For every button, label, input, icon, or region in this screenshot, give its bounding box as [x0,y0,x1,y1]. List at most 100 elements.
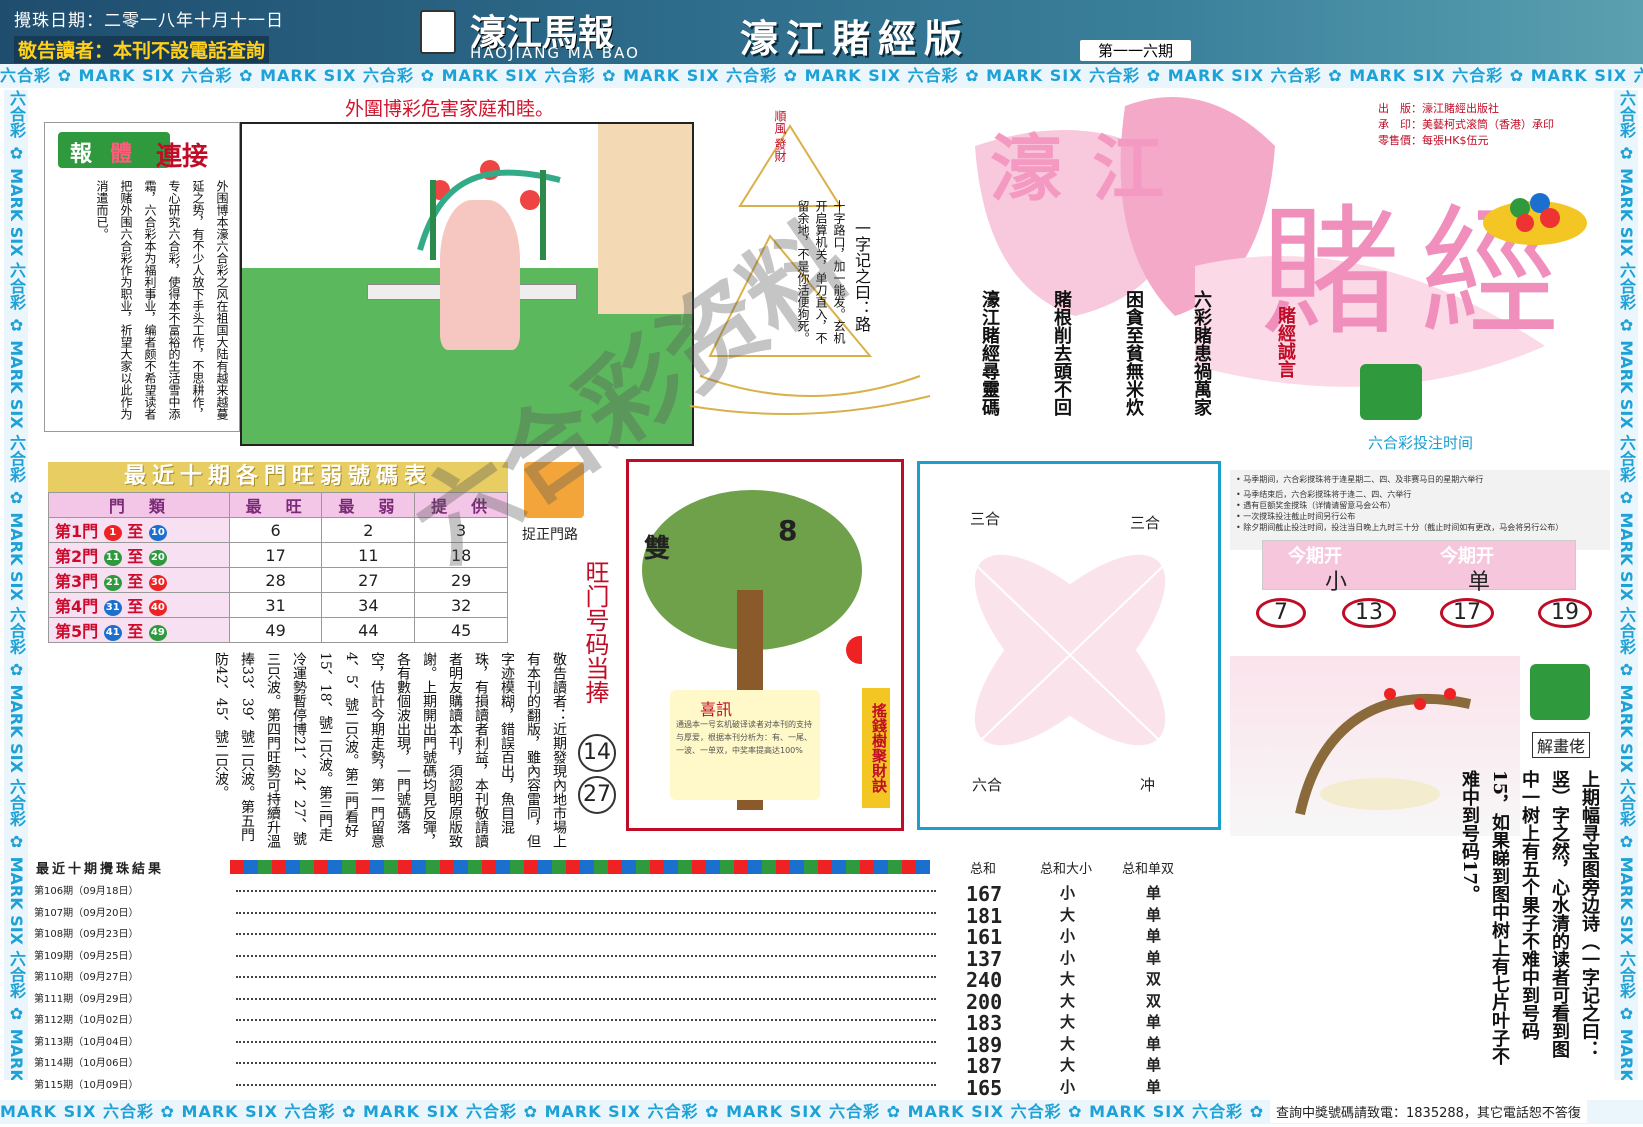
hot-number-1: 14 [578,734,616,772]
motto-title: 賭經誠言 [1275,306,1296,378]
draw-bs: 大 [1060,1013,1076,1031]
draw-sum: 183 [966,1011,1003,1035]
current-number-2: 13 [1342,598,1396,628]
current-number-4: 19 [1538,598,1592,628]
draw-bs: 大 [1060,970,1076,988]
draw-dot-row [236,976,936,978]
news-body: 通過本一号玄机破译读者对本刊的支持与厚爱，根据本刊分析为：有、一尾、一波、一单双… [676,720,812,755]
hot-cell: 31 [228,592,323,618]
draw-bs: 小 [1060,1077,1076,1096]
to-label: 至 [127,522,144,541]
draw-bs: 大 [1060,1056,1076,1074]
ball-start: 1 [103,524,122,541]
hot-cell: 6 [228,517,323,543]
tree-number: 8 [778,514,798,547]
col-bs-header: 总和大小 [1040,862,1093,877]
phone-warning: 敬告讀者：本刊不設電話查詢 [14,36,270,63]
draw-oe: 单 [1146,1034,1162,1053]
hot-number-2: 27 [578,776,616,814]
ball-start: 21 [103,574,122,591]
draw-dot-row [236,911,936,914]
article-tag2: 體 [110,142,133,167]
draw-oe: 单 [1146,1013,1162,1031]
hand-icon [1360,364,1422,420]
motto-line-4: 濠江賭經尋靈碼 [979,290,1000,416]
to-label: 至 [127,597,144,616]
hot-cell: 49 [228,617,323,643]
ball-end: 30 [148,574,167,591]
zodiac-bl: 六合 [972,776,1003,794]
draw-dot-row [236,1062,936,1064]
draw-period: 第108期（09月23日） [34,929,139,940]
ball-end: 40 [148,599,167,616]
article-body: 外围博本濠六合彩之风在祖国大陆有越来越蔓延之势，有不少人放下手头工作，不思耕作，… [95,180,229,420]
draw-bs: 小 [1060,927,1076,945]
draw-sum: 181 [966,903,1003,928]
note-2: • 马季结束后，六合彩搅珠将于逢二、四、六举行 [1236,490,1412,499]
draw-oe: 单 [1146,1056,1162,1074]
draw-dot-row [236,890,936,892]
draw-bs: 小 [1060,948,1076,967]
ball-end: 10 [148,524,167,541]
to-label: 至 [127,572,144,591]
cold-cell: 44 [321,617,416,643]
hot-cell: 17 [228,542,323,568]
draw-sum: 167 [966,882,1003,906]
col-oe-header: 总和单双 [1122,862,1175,877]
cold-cell: 34 [321,592,416,618]
hot-label: 旺门号码当捧 [581,560,609,704]
sail-flag: 順風 發財 [773,110,787,162]
ball-start: 31 [103,599,122,616]
illustration-vines [417,160,561,260]
motto-line-1: 六彩賭患禍萬家 [1191,290,1212,416]
zodiac-tl: 三合 [970,510,1001,528]
draw-period: 第115期（10月09日） [34,1079,139,1091]
draw-bs: 大 [1060,991,1076,1010]
decode-text: 上期幅寻宝图旁边诗（一字记之曰：竖）字之然，心水清的读者可看到图中一树上有五个果… [1459,770,1600,1066]
cold-cell: 27 [321,567,416,593]
price: 零售價：每張HK$伍元 [1378,134,1489,147]
draw-period: 第106期（09月18日） [34,886,139,897]
current-value-1: 小 [1325,570,1348,595]
book-icon [420,10,456,54]
note-1: • 马季期间，六合彩搅珠将于逢星期二、四、及非赛马日的星期六举行 [1236,475,1484,484]
footer-phone: 查詢中獎號碼請致電：1835288，其它電話恕不答復 [1270,1100,1587,1123]
gate-label: 第5門 [55,622,99,641]
news-title: 喜訊 [700,700,733,719]
ball-header-row [230,860,930,874]
table-row: 第4門 31 至 40 31 34 32 [48,592,508,618]
draw-oe: 单 [1146,1077,1162,1096]
draw-oe: 单 [1146,884,1162,902]
draw-sum: 187 [966,1054,1003,1078]
draw-sum: 189 [966,1032,1003,1057]
decode-label: 解畫佬 [1532,732,1591,758]
table-row: 第5門 41 至 49 49 44 45 [48,617,508,643]
bet-notes: • 马季期间，六合彩搅珠将于逢星期二、四、及非赛马日的星期六举行 • 马季结束后… [1230,470,1610,550]
draw-sum: 165 [966,1075,1003,1100]
zodiac-tr: 三合 [1130,514,1161,532]
printer: 承 印：美藝柯式滚筒（香港）承印 [1378,118,1554,131]
ball-start: 11 [103,549,122,566]
masthead-big1: 濠江 [990,126,1195,211]
draw-date: 攪珠日期：二零一八年十月十一日 [14,11,284,31]
gate-label: 第1門 [55,522,99,541]
draw-dot-row [236,954,936,957]
draw-period: 第107期（09月20日） [34,907,139,919]
draw-period: 第113期（10月04日） [34,1036,139,1048]
draw-period: 第112期（10月02日） [34,1015,139,1026]
bet-time-label: 六合彩投注时间 [1368,434,1474,452]
gold-ingot-icon [1483,193,1587,245]
tree-vertical-label: 搖錢樹聚財訣 [862,688,890,808]
to-label: 至 [127,547,144,566]
draw-sum: 137 [966,946,1003,971]
motto-line-2: 困貪至貧無米炊 [1123,290,1144,416]
gate-label: 第4門 [55,597,99,616]
draw-bs: 小 [1060,884,1076,902]
draw-dot-row [236,1019,936,1021]
zodiac-clover [959,549,1181,761]
draw-oe: 单 [1146,927,1162,945]
tagline: 外圍博彩危害家庭和睦。 [345,98,555,120]
draw-dot-row [236,1040,936,1043]
publisher: 出 版：濠江賭經出版社 [1378,102,1499,115]
draw-oe: 单 [1146,905,1162,924]
